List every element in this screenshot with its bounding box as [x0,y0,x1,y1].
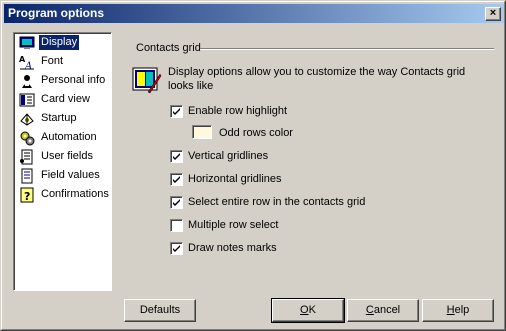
group-divider [200,48,494,50]
multiple-row-select-label: Multiple row select [188,219,279,231]
nav-item-label: Personal info [41,74,106,86]
monitor-icon [19,35,35,51]
title-bar[interactable]: Program options × [4,4,504,23]
cancel-accelerator: C [365,304,374,316]
cancel-label-rest: ancel [373,304,401,316]
nav-item-confirmations[interactable]: ? Confirmations [17,186,111,204]
multiple-row-select-checkbox[interactable] [170,219,183,232]
help-accelerator: H [446,304,455,316]
ok-accelerator: O [300,304,309,316]
nav-item-label: User fields [41,150,93,162]
cancel-button[interactable]: Cancel [347,299,419,322]
nav-item-label: Display [39,35,80,50]
nav-item-label: Startup [41,112,77,124]
user-fields-icon [19,149,35,165]
nav-item-font[interactable]: AA Font [17,53,111,72]
nav-item-label: Field values [41,169,100,181]
nav-item-card-view[interactable]: Card view [17,91,111,109]
font-icon: AA [19,54,35,72]
help-label-rest: elp [454,304,470,316]
nav-item-label: Font [41,55,64,67]
display-settings-icon [130,64,162,96]
nav-item-personal-info[interactable]: Personal info [17,72,111,90]
group-title: Contacts grid [136,42,201,54]
nav-item-label: Automation [41,131,97,143]
nav-item-field-values[interactable]: Field values [17,167,111,185]
defaults-button[interactable]: Defaults [124,299,196,322]
row-highlight-checkbox[interactable] [170,105,183,118]
nav-item-display[interactable]: Display [17,34,111,52]
vertical-gridlines-label: Vertical gridlines [188,150,269,162]
card-icon [19,92,35,108]
row-highlight-label: Enable row highlight [188,105,288,117]
draw-notes-marks-label: Draw notes marks [188,242,277,254]
options-category-list[interactable]: Display AA Font Personal info Card view … [13,32,112,291]
svg-text:?: ? [24,190,30,203]
field-values-icon [19,168,35,184]
window-frame: Program options × Display AA Font Person… [1,1,505,330]
vertical-gridlines-checkbox[interactable] [170,150,183,163]
select-entire-row-label: Select entire row in the contacts grid [188,196,366,208]
odd-rows-color-swatch[interactable] [192,125,212,139]
nav-item-user-fields[interactable]: User fields [17,148,111,166]
close-button[interactable]: × [485,7,501,21]
automation-icon [19,130,35,146]
horizontal-gridlines-checkbox[interactable] [170,173,183,186]
odd-rows-color-label: Odd rows color [219,127,293,139]
window-title: Program options [8,6,105,20]
ok-button[interactable]: OK [271,298,345,323]
nav-item-label: Card view [41,93,90,105]
nav-item-startup[interactable]: Startup [17,110,111,128]
startup-icon [19,111,35,127]
nav-item-automation[interactable]: Automation [17,129,111,147]
help-button[interactable]: Help [422,299,494,322]
ok-label-rest: K [308,304,316,316]
panel-description: Display options allow you to customize t… [168,66,466,92]
question-icon: ? [19,187,35,203]
person-icon [19,73,35,89]
draw-notes-marks-checkbox[interactable] [170,242,183,255]
program-options-window: Program options × Display AA Font Person… [0,0,506,331]
nav-item-label: Confirmations [41,188,109,200]
horizontal-gridlines-label: Horizontal gridlines [188,173,282,185]
select-entire-row-checkbox[interactable] [170,196,183,209]
